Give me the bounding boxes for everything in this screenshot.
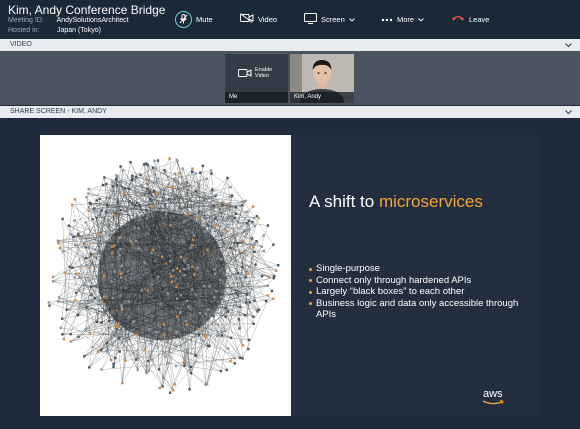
slide-title-highlight: microservices — [378, 192, 483, 211]
aws-smile-icon — [482, 400, 504, 405]
mute-label: Mute — [196, 14, 213, 24]
chevron-down-icon — [348, 15, 355, 24]
meeting-id-value: AndySolutionsArchitect — [56, 17, 129, 24]
slide-right-panel: A shift to microservices Single-purpose … — [291, 135, 539, 416]
screen-share-icon — [304, 12, 317, 26]
enable-video-label: Enable Video — [255, 67, 273, 79]
tile-name-kim-andy: Kim, Andy — [290, 92, 354, 103]
slide-title: A shift to microservices — [309, 192, 483, 212]
meeting-id-label: Meeting ID: — [8, 17, 44, 24]
video-section-label: VIDEO — [10, 41, 32, 48]
more-button[interactable]: More — [381, 10, 424, 28]
video-section-header[interactable]: VIDEO — [0, 39, 580, 51]
hosted-in-label: Hosted in: — [8, 27, 40, 34]
screen-label: Screen — [321, 14, 345, 24]
slide-bullet: Single-purpose — [309, 263, 535, 275]
slide-bullet-list: Single-purpose Connect only through hard… — [309, 263, 535, 321]
more-dots-icon — [381, 15, 393, 24]
microservices-network-graph — [47, 157, 280, 394]
chevron-down-icon — [418, 15, 424, 24]
slide-bullet: Largely “black boxes” to each other — [309, 286, 535, 298]
hosted-in-row: Hosted in: Japan (Tokyo) — [8, 27, 101, 34]
meeting-title: Kim, Andy Conference Bridge — [8, 3, 166, 17]
slide-left-panel — [40, 135, 291, 416]
video-button[interactable]: Video — [240, 10, 277, 28]
hosted-in-value: Japan (Tokyo) — [56, 27, 101, 34]
slide-title-text: A shift to — [309, 192, 379, 211]
tile-name-me: Me — [225, 92, 288, 103]
screen-button[interactable]: Screen — [304, 10, 355, 28]
share-section-label: SHARE SCREEN - KIM, ANDY — [10, 108, 107, 115]
shared-screen[interactable]: A shift to microservices Single-purpose … — [0, 118, 580, 429]
meeting-id-row: Meeting ID: AndySolutionsArchitect — [8, 17, 129, 24]
phone-hangup-icon — [451, 14, 465, 24]
leave-label: Leave — [469, 14, 490, 24]
camera-icon — [238, 69, 252, 77]
video-off-icon — [240, 13, 254, 25]
share-section-header[interactable]: SHARE SCREEN - KIM, ANDY — [0, 106, 580, 118]
mute-button[interactable]: Mute — [175, 10, 213, 28]
video-label: Video — [258, 14, 278, 24]
video-strip: Enable Video Me Kim, Andy — [0, 51, 580, 105]
microphone-icon — [175, 10, 192, 28]
video-tile-kim-andy[interactable]: Kim, Andy — [290, 54, 354, 103]
slide-bullet: Connect only through hardened APIs — [309, 275, 535, 287]
enable-video-button[interactable]: Enable Video — [238, 67, 275, 79]
leave-button[interactable]: Leave — [451, 10, 489, 28]
video-tile-me[interactable]: Enable Video Me — [225, 54, 288, 103]
more-label: More — [397, 14, 415, 24]
aws-logo-text: aws — [483, 388, 503, 400]
slide-bullet: Business logic and data only accessible … — [309, 298, 535, 321]
top-bar: Kim, Andy Conference Bridge Meeting ID: … — [0, 0, 580, 38]
aws-logo: aws — [482, 388, 504, 405]
